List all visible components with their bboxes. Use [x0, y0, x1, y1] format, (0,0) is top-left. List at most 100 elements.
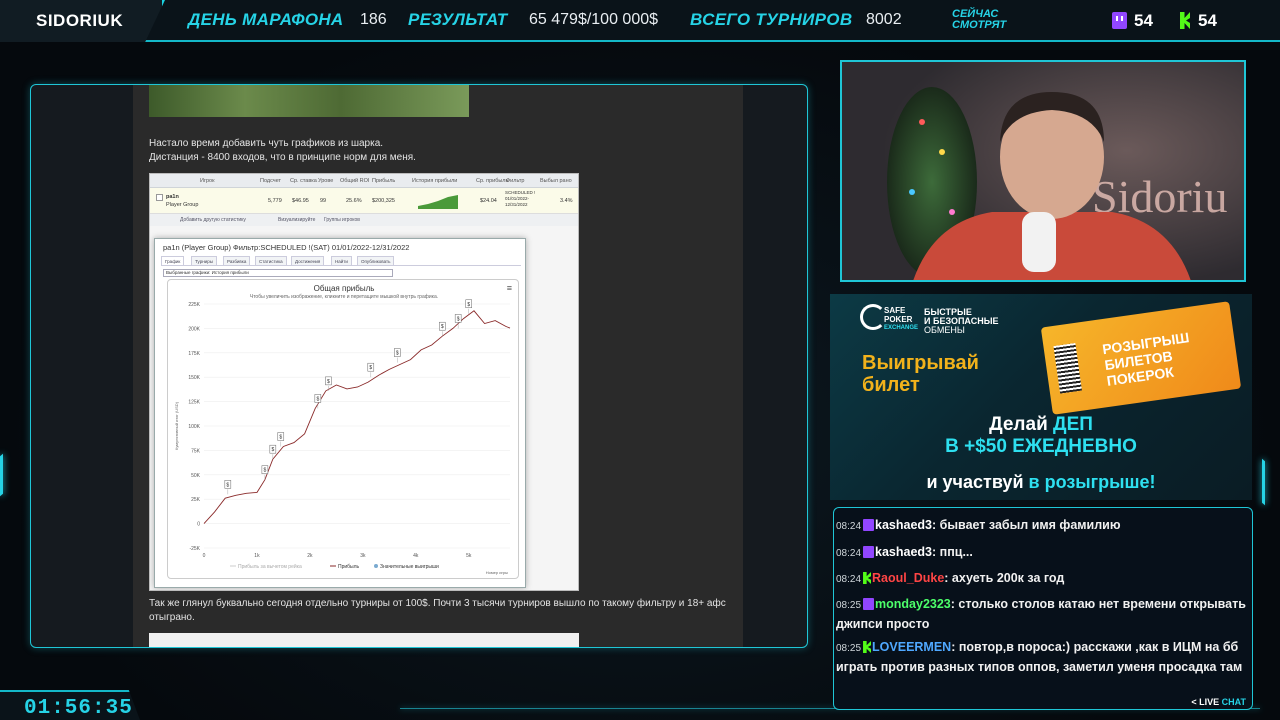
- row-checkbox[interactable]: [156, 194, 163, 201]
- stream-timer: 01:56:35: [0, 690, 140, 720]
- promo-banner[interactable]: SAFE POKER EXCHANGE БЫСТРЫЕ И БЕЗОПАСНЫЕ…: [830, 294, 1252, 500]
- tab-breakdown[interactable]: Разбивка: [223, 256, 251, 266]
- big-win-marker-label: $: [264, 468, 267, 474]
- y-tick-label: 100K: [188, 424, 200, 430]
- y-tick-label: 0: [197, 522, 200, 528]
- chat-username[interactable]: kashaed3: [875, 545, 932, 559]
- big-win-marker-label: $: [396, 351, 399, 357]
- deposit-pre: Делай: [989, 414, 1054, 435]
- twitch-icon: [863, 546, 875, 558]
- dialog-tabs: График Турниры Разбивка Статистика Дости…: [161, 256, 521, 266]
- cell-avg-stake: $46.95: [292, 198, 309, 204]
- chat-message: 08:25 LOVEERMEN: повтор,в пороса:) расска…: [836, 638, 1250, 677]
- timer-value: 01:56:35: [24, 697, 133, 720]
- tab-find[interactable]: Найти: [331, 256, 352, 266]
- profit-graph-dialog: pa1n (Player Group) Фильтр:SCHEDULED !(S…: [154, 238, 526, 588]
- chat-time: 08:24: [836, 574, 862, 585]
- legend-marker: [374, 564, 378, 568]
- tab-publish[interactable]: Опубликовать: [357, 256, 395, 266]
- table-header-cell[interactable]: Выбыл рано: [540, 178, 572, 184]
- ticket-text: РОЗЫГРЫШ БИЛЕТОВ ПОКЕРОК: [1101, 329, 1194, 389]
- y-tick-label: 75K: [191, 448, 201, 454]
- player-name: pa1n: [166, 194, 179, 200]
- result-value: 65 479$/100 000$: [529, 11, 659, 28]
- twitch-icon: [1112, 12, 1127, 29]
- chart-container: Общая прибыль Чтобы увеличить изображени…: [167, 279, 519, 579]
- tab-graph[interactable]: График: [161, 256, 185, 266]
- chat-message: 08:24 kashaed3: бывает забыл имя фамилию: [836, 516, 1250, 536]
- table-header-cell[interactable]: Ср. прибыль: [476, 178, 508, 184]
- kick-icon: [1180, 12, 1190, 29]
- brand-line-1: SAFE: [884, 306, 906, 315]
- result-label: РЕЗУЛЬТАТ: [408, 10, 508, 29]
- y-tick-label: 200K: [188, 326, 200, 332]
- chat-username[interactable]: LOVEERMEN: [872, 640, 951, 654]
- brand-name: SIDORIUK: [36, 11, 124, 30]
- chat-message: 08:24 Raoul_Duke: ахуеть 200к за год: [836, 569, 1250, 589]
- profit-history-sparkline: [418, 195, 458, 209]
- kick-viewer-count: 54: [1198, 11, 1217, 30]
- x-tick-label: 2k: [307, 553, 313, 559]
- live-chat-pre: < LIVE: [1191, 697, 1220, 707]
- tournaments-value: 8002: [866, 11, 902, 28]
- cta-text: и участвуй в розыгрыше!: [830, 472, 1252, 493]
- chat-time: 08:24: [836, 548, 862, 559]
- win-line-1: Выигрывай: [862, 352, 979, 374]
- big-win-marker-label: $: [457, 316, 460, 322]
- y-tick-label: 50K: [191, 473, 201, 479]
- chat-username[interactable]: monday2323: [875, 597, 951, 611]
- table-header-cell[interactable]: История прибыли: [412, 178, 457, 184]
- tab-statistics[interactable]: Статистика: [255, 256, 287, 266]
- stats-toolbar: Добавить другую статистику Визуализируйт…: [150, 214, 578, 226]
- table-header-cell[interactable]: Подсчет: [260, 178, 281, 184]
- tool-visualize[interactable]: Визуализируйте: [278, 217, 315, 223]
- chat-username[interactable]: Raoul_Duke: [872, 571, 944, 585]
- table-header-cell[interactable]: Урове: [318, 178, 333, 184]
- x-tick-label: 5k: [466, 553, 472, 559]
- brand-line-2: POKER: [884, 315, 913, 324]
- next-screenshot-preview: [149, 633, 579, 647]
- table-header-cell[interactable]: Ср. ставка: [290, 178, 317, 184]
- y-tick-label: 125K: [188, 400, 200, 406]
- live-chat-highlight: CHAT: [1221, 697, 1246, 707]
- profit-chart[interactable]: -25K025K50K75K100K125K150K175K200K225K0 1…: [168, 280, 520, 580]
- brand-text: SAFE POKER EXCHANGE: [884, 306, 918, 333]
- twitch-icon: [863, 519, 875, 531]
- table-header-cell[interactable]: Фильтр: [506, 178, 524, 184]
- tagline: БЫСТРЫЕ И БЕЗОПАСНЫЕ ОБМЕНЫ: [924, 308, 999, 335]
- stream-overlay: SIDORIUK ДЕНЬ МАРАФОНА 186 РЕЗУЛЬТАТ 65 …: [0, 0, 1280, 720]
- legend-label: Прибыль: [338, 564, 360, 570]
- cell-profit: $200,325: [372, 198, 395, 204]
- safe-poker-logo-icon: [860, 304, 886, 330]
- table-header-cell[interactable]: Общий ROI: [340, 178, 369, 184]
- win-ticket-text: Выигрывай билет: [862, 352, 979, 396]
- kick-icon: [863, 572, 872, 584]
- main-screen-frame: Настало время добавить чуть графиков из …: [30, 84, 808, 648]
- chat-colon: :: [951, 640, 959, 654]
- watching-label: СЕЙЧАС СМОТРЯТ: [952, 9, 1006, 31]
- chat-username[interactable]: kashaed3: [875, 518, 932, 532]
- ticket-graphic: РОЗЫГРЫШ БИЛЕТОВ ПОКЕРОК: [1040, 301, 1242, 415]
- tool-player-groups[interactable]: Группы игроков: [324, 217, 360, 223]
- cell-count: 5,779: [268, 198, 282, 204]
- tool-add-stat[interactable]: Добавить другую статистику: [180, 217, 246, 223]
- legend-label: Прибыль за вычетом рейка: [238, 563, 302, 570]
- chat-colon: :: [944, 571, 952, 585]
- x-tick-label: 0: [203, 553, 206, 559]
- chat-text: ахуеть 200к за год: [951, 571, 1065, 585]
- webcam-frame: Sidoriu: [840, 60, 1246, 282]
- deposit-text: Делай ДЕП В +$50 ЕЖЕДНЕВНО: [830, 414, 1252, 458]
- cta-highlight: в розыгрыше!: [1028, 472, 1156, 492]
- table-header-cell[interactable]: Игрок: [200, 178, 214, 184]
- tab-achievements[interactable]: Достижения: [291, 256, 325, 266]
- cell-avg-profit: $24.04: [480, 198, 497, 204]
- brand-line-3: EXCHANGE: [884, 325, 919, 331]
- neon-line-right: [1262, 458, 1265, 506]
- graph-select[interactable]: Выбранные графики: История прибыли: [163, 269, 393, 277]
- tab-tournaments[interactable]: Турниры: [191, 256, 217, 266]
- x-tick-label: 3k: [360, 553, 366, 559]
- barcode-icon: [1053, 343, 1082, 394]
- paragraph-1: Настало время добавить чуть графиков из …: [149, 137, 729, 165]
- deposit-highlight: ДЕП: [1053, 414, 1093, 435]
- table-header-cell[interactable]: Прибыль: [372, 178, 395, 184]
